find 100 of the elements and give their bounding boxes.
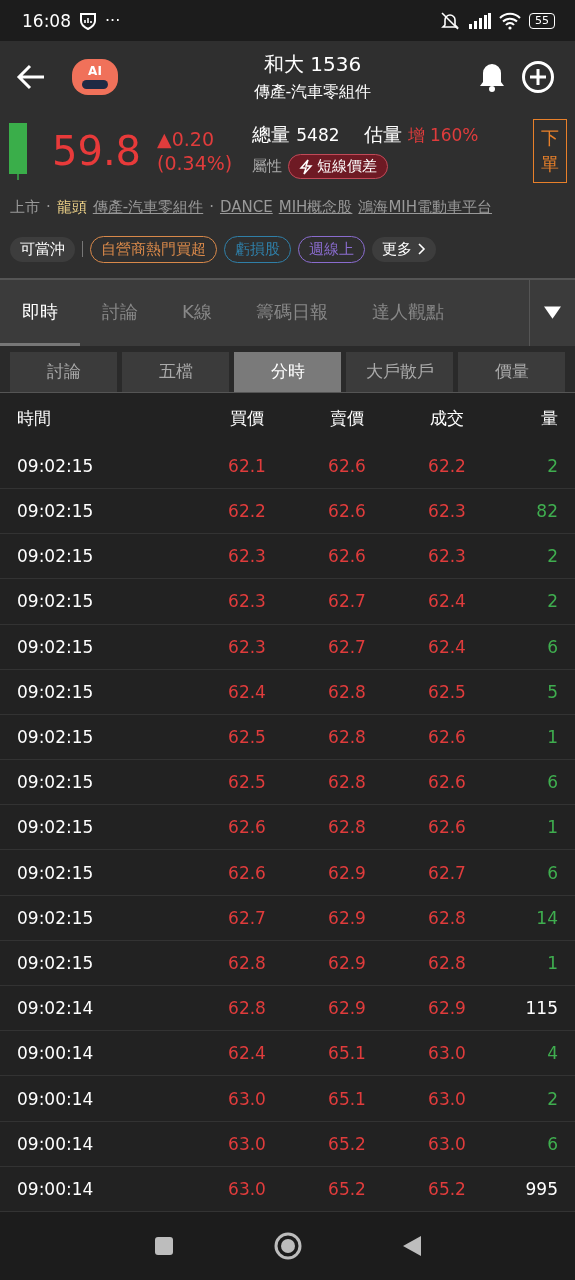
sub-tab[interactable]: 分時 <box>234 352 341 392</box>
deal-cell-text: 62.6 <box>427 727 467 747</box>
deal-cell-text: 62.8 <box>427 952 467 973</box>
tag-text: 上市 <box>10 197 40 217</box>
column-header: 量 <box>540 406 558 430</box>
attribute-tag[interactable]: 短線價差 <box>288 154 389 180</box>
time-cell-text: 09:00:14 <box>17 1043 95 1064</box>
bid-cell-text: 63.0 <box>227 1178 267 1199</box>
tag-link[interactable]: MIH概念股 <box>278 197 353 217</box>
deal-cell-text: 62.3 <box>427 546 467 567</box>
ask-cell-text: 62.8 <box>327 681 367 702</box>
recents-icon[interactable] <box>153 1236 174 1256</box>
shield-chart-icon <box>79 11 97 30</box>
deal-cell-text: 62.3 <box>427 501 467 522</box>
bid-cell-text: 62.2 <box>227 501 267 522</box>
candlestick-icon <box>8 120 30 181</box>
industry-subtitle: 傳產-汽車零組件 <box>253 81 372 103</box>
price-change-percent: (0.34%) <box>157 150 233 175</box>
more-chip[interactable]: 更多 <box>372 236 436 262</box>
bid-cell-text: 62.4 <box>227 681 267 702</box>
time-cell-text: 09:02:15 <box>17 591 95 612</box>
estimate-label: 估量 <box>363 122 402 148</box>
volume-cell-text: 2 <box>546 455 558 476</box>
deal-cell-text: 65.2 <box>427 1178 467 1199</box>
deal-cell-text: 62.5 <box>427 681 467 702</box>
volume-cell-text: 82 <box>535 501 558 522</box>
time-cell-text: 09:02:15 <box>17 546 95 567</box>
tab[interactable]: 籌碼日報 <box>233 280 350 347</box>
chevron-icon <box>418 243 426 256</box>
status-time: 16:08 <box>22 10 71 31</box>
column-header: 時間 <box>17 406 52 430</box>
tab[interactable]: K線 <box>160 280 234 347</box>
chip[interactable]: 可當沖 <box>10 236 75 262</box>
tag-link[interactable]: DANCE <box>220 198 273 217</box>
bid-cell-text: 62.6 <box>227 817 267 838</box>
sub-tab[interactable]: 討論 <box>10 352 117 392</box>
ask-cell-text: 65.1 <box>327 1043 367 1064</box>
volume-cell-text: 115 <box>524 998 558 1019</box>
column-header: 成交 <box>429 406 465 430</box>
tag-text: 龍頭 <box>56 197 87 217</box>
time-cell-text: 09:02:14 <box>17 998 95 1019</box>
tab[interactable]: 達人觀點 <box>349 280 466 347</box>
volume-cell-text: 6 <box>546 772 558 793</box>
bid-cell-text: 62.3 <box>227 546 267 567</box>
tag-text: · <box>209 198 214 217</box>
ask-cell-text: 65.1 <box>327 1088 367 1109</box>
deal-cell-text: 62.6 <box>427 772 467 793</box>
back-arrow-icon[interactable] <box>16 63 46 90</box>
back-icon[interactable] <box>401 1235 422 1257</box>
bid-cell-text: 62.1 <box>227 455 267 476</box>
time-cell-text: 09:02:15 <box>17 501 95 522</box>
tag-text: · <box>46 198 51 217</box>
volume-cell-text: 5 <box>546 681 558 702</box>
home-icon[interactable] <box>273 1232 302 1260</box>
tag-link[interactable]: 鴻海MIH電動車平台 <box>358 197 493 217</box>
bid-cell-text: 63.0 <box>227 1133 267 1154</box>
bid-cell-text: 62.6 <box>227 862 267 883</box>
sub-tab[interactable]: 五檔 <box>122 352 229 392</box>
ask-cell-text: 62.8 <box>327 817 367 838</box>
ask-cell-text: 62.6 <box>327 546 367 567</box>
deal-cell-text: 62.7 <box>427 862 467 883</box>
volume-cell-text: 995 <box>524 1178 558 1199</box>
deal-cell-text: 62.4 <box>427 591 467 612</box>
ask-cell-text: 62.7 <box>327 591 367 612</box>
deal-cell-text: 63.0 <box>427 1043 467 1064</box>
volume-cell-text: 2 <box>546 591 558 612</box>
volume-cell-text: 2 <box>546 546 558 567</box>
stock-price: 59.8 <box>52 127 142 174</box>
ask-cell-text: 62.8 <box>327 727 367 747</box>
battery-indicator: 55 <box>529 12 555 29</box>
ask-cell-text: 62.9 <box>327 998 367 1019</box>
column-header: 賣價 <box>329 406 365 430</box>
tab[interactable]: 討論 <box>80 280 160 347</box>
sub-tab[interactable]: 價量 <box>458 352 565 392</box>
mute-icon <box>439 10 461 31</box>
deal-cell-text: 62.2 <box>427 455 467 476</box>
bid-cell-text: 62.3 <box>227 636 267 657</box>
robot-icon[interactable]: AI <box>72 58 118 95</box>
deal-cell-text: 62.6 <box>427 817 467 838</box>
attribute-label: 屬性 <box>252 157 283 177</box>
tag-link[interactable]: 傳產-汽車零組件 <box>92 197 204 217</box>
bid-cell-text: 62.8 <box>227 952 267 973</box>
volume-cell-text: 14 <box>535 907 558 928</box>
time-cell-text: 09:02:15 <box>17 727 95 747</box>
ask-cell-text: 62.7 <box>327 636 367 657</box>
ask-cell-text: 65.2 <box>327 1133 367 1154</box>
time-cell-text: 09:02:15 <box>17 907 95 928</box>
bid-cell-text: 62.4 <box>227 1043 267 1064</box>
wifi-icon <box>499 11 521 30</box>
time-cell-text: 09:00:14 <box>17 1133 95 1154</box>
ask-cell-text: 65.2 <box>327 1178 367 1199</box>
sub-tab[interactable]: 大戶散戶 <box>346 352 453 392</box>
ask-cell-text: 62.6 <box>327 501 367 522</box>
column-header: 買價 <box>229 406 265 430</box>
time-cell-text: 09:00:14 <box>17 1088 95 1109</box>
volume-value: 5482 <box>296 125 340 146</box>
ask-cell-text: 62.9 <box>327 862 367 883</box>
add-icon[interactable] <box>521 59 555 94</box>
order-button[interactable]: 下單 <box>533 118 567 183</box>
bid-cell-text: 63.0 <box>227 1088 267 1109</box>
